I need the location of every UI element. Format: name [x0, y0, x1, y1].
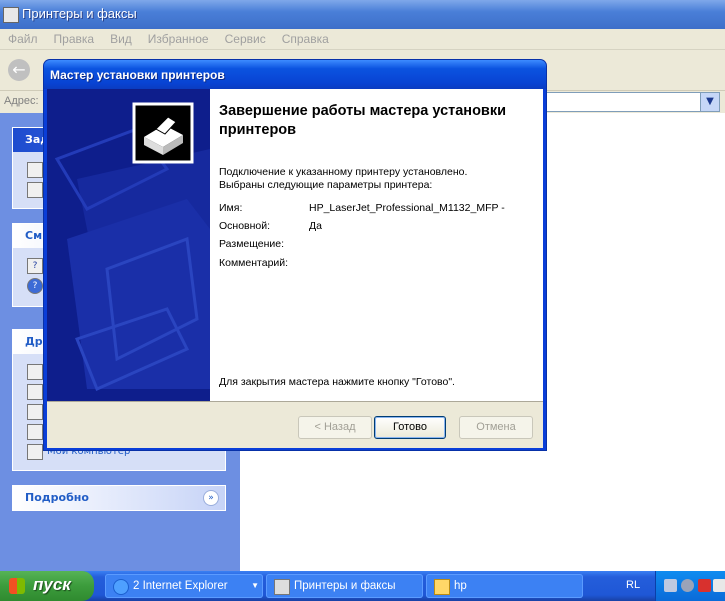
status-line: Подключение к указанному принтеру устано…: [219, 166, 468, 178]
start-label: пуск: [33, 575, 71, 594]
security-shield-icon[interactable]: [698, 579, 711, 592]
add-printer-icon[interactable]: [27, 162, 43, 178]
pictures-icon[interactable]: [27, 424, 43, 440]
taskbar-item-printers[interactable]: Принтеры и факсы: [266, 574, 423, 598]
volume-icon[interactable]: [681, 579, 694, 592]
name-label: Имя:: [219, 202, 243, 214]
dialog-title-bar[interactable]: Мастер установки принтеров: [44, 60, 546, 89]
network-icon[interactable]: [664, 579, 677, 592]
info-icon[interactable]: ?: [27, 278, 43, 294]
my-computer-icon[interactable]: [27, 444, 43, 460]
wizard-side-banner: [47, 89, 210, 401]
printer-folder-icon: [3, 7, 19, 23]
back-arrow-icon[interactable]: ←: [8, 59, 30, 81]
finish-button[interactable]: Готово: [374, 416, 446, 439]
close-hint: Для закрытия мастера нажмите кнопку "Гот…: [219, 376, 455, 388]
chevron-down-icon[interactable]: ▼: [700, 92, 720, 112]
taskbar-item-label: 2 Internet Explorer: [133, 580, 228, 592]
explorer-title: Принтеры и факсы: [22, 6, 137, 21]
wizard-heading: Завершение работы мастера установки прин…: [219, 103, 507, 138]
taskbar: пуск 2 Internet Explorer ▼ Принтеры и фа…: [0, 571, 725, 601]
name-value: HP_LaserJet_Professional_M1132_MFP -: [309, 202, 505, 214]
folder-icon: [434, 579, 450, 595]
windows-logo-icon: [9, 578, 25, 594]
menu-help[interactable]: Справка: [274, 29, 337, 46]
wizard-button-bar: < Назад Готово Отмена: [47, 401, 543, 448]
details-panel: Подробно »: [12, 485, 226, 511]
dialog-title: Мастер установки принтеров: [50, 68, 225, 82]
fax-icon[interactable]: [27, 182, 43, 198]
scanner-icon[interactable]: [27, 384, 43, 400]
taskbar-item-hp[interactable]: hp: [426, 574, 583, 598]
default-label: Основной:: [219, 220, 271, 232]
dialog-body: Завершение работы мастера установки прин…: [47, 89, 543, 448]
panel-title[interactable]: Подробно: [13, 486, 225, 510]
ie-icon: [113, 579, 129, 595]
menu-edit[interactable]: Правка: [46, 29, 103, 46]
printer-banner-art: [47, 89, 210, 401]
explorer-title-bar[interactable]: Принтеры и факсы: [0, 0, 725, 29]
wizard-content: Завершение работы мастера установки прин…: [210, 89, 543, 401]
address-label: Адрес:: [4, 95, 39, 107]
system-tray: [655, 571, 725, 601]
tray-app-icon[interactable]: [713, 579, 725, 592]
location-label: Размещение:: [219, 238, 285, 250]
documents-icon[interactable]: [27, 404, 43, 420]
help-icon[interactable]: ?: [27, 258, 43, 274]
taskbar-item-label: hp: [454, 580, 467, 592]
printer-icon: [274, 579, 290, 595]
language-indicator[interactable]: RL: [626, 579, 640, 591]
taskbar-item-label: Принтеры и факсы: [294, 580, 396, 592]
comment-label: Комментарий:: [219, 257, 289, 269]
params-line: Выбраны следующие параметры принтера:: [219, 179, 433, 191]
start-button[interactable]: пуск: [0, 571, 94, 601]
taskbar-item-ie[interactable]: 2 Internet Explorer ▼: [105, 574, 263, 598]
menu-bar: Файл Правка Вид Избранное Сервис Справка: [0, 29, 725, 50]
add-printer-wizard-dialog: Мастер установки принтеров Завершение ра…: [44, 60, 546, 450]
chevron-down-icon: ▼: [251, 581, 259, 590]
menu-tools[interactable]: Сервис: [217, 29, 274, 46]
back-button[interactable]: < Назад: [298, 416, 372, 439]
expand-chevron-icon[interactable]: »: [203, 490, 219, 506]
control-panel-icon[interactable]: [27, 364, 43, 380]
cancel-button[interactable]: Отмена: [459, 416, 533, 439]
menu-view[interactable]: Вид: [102, 29, 140, 46]
menu-file[interactable]: Файл: [0, 29, 46, 46]
menu-favorites[interactable]: Избранное: [140, 29, 217, 46]
default-value: Да: [309, 220, 322, 232]
